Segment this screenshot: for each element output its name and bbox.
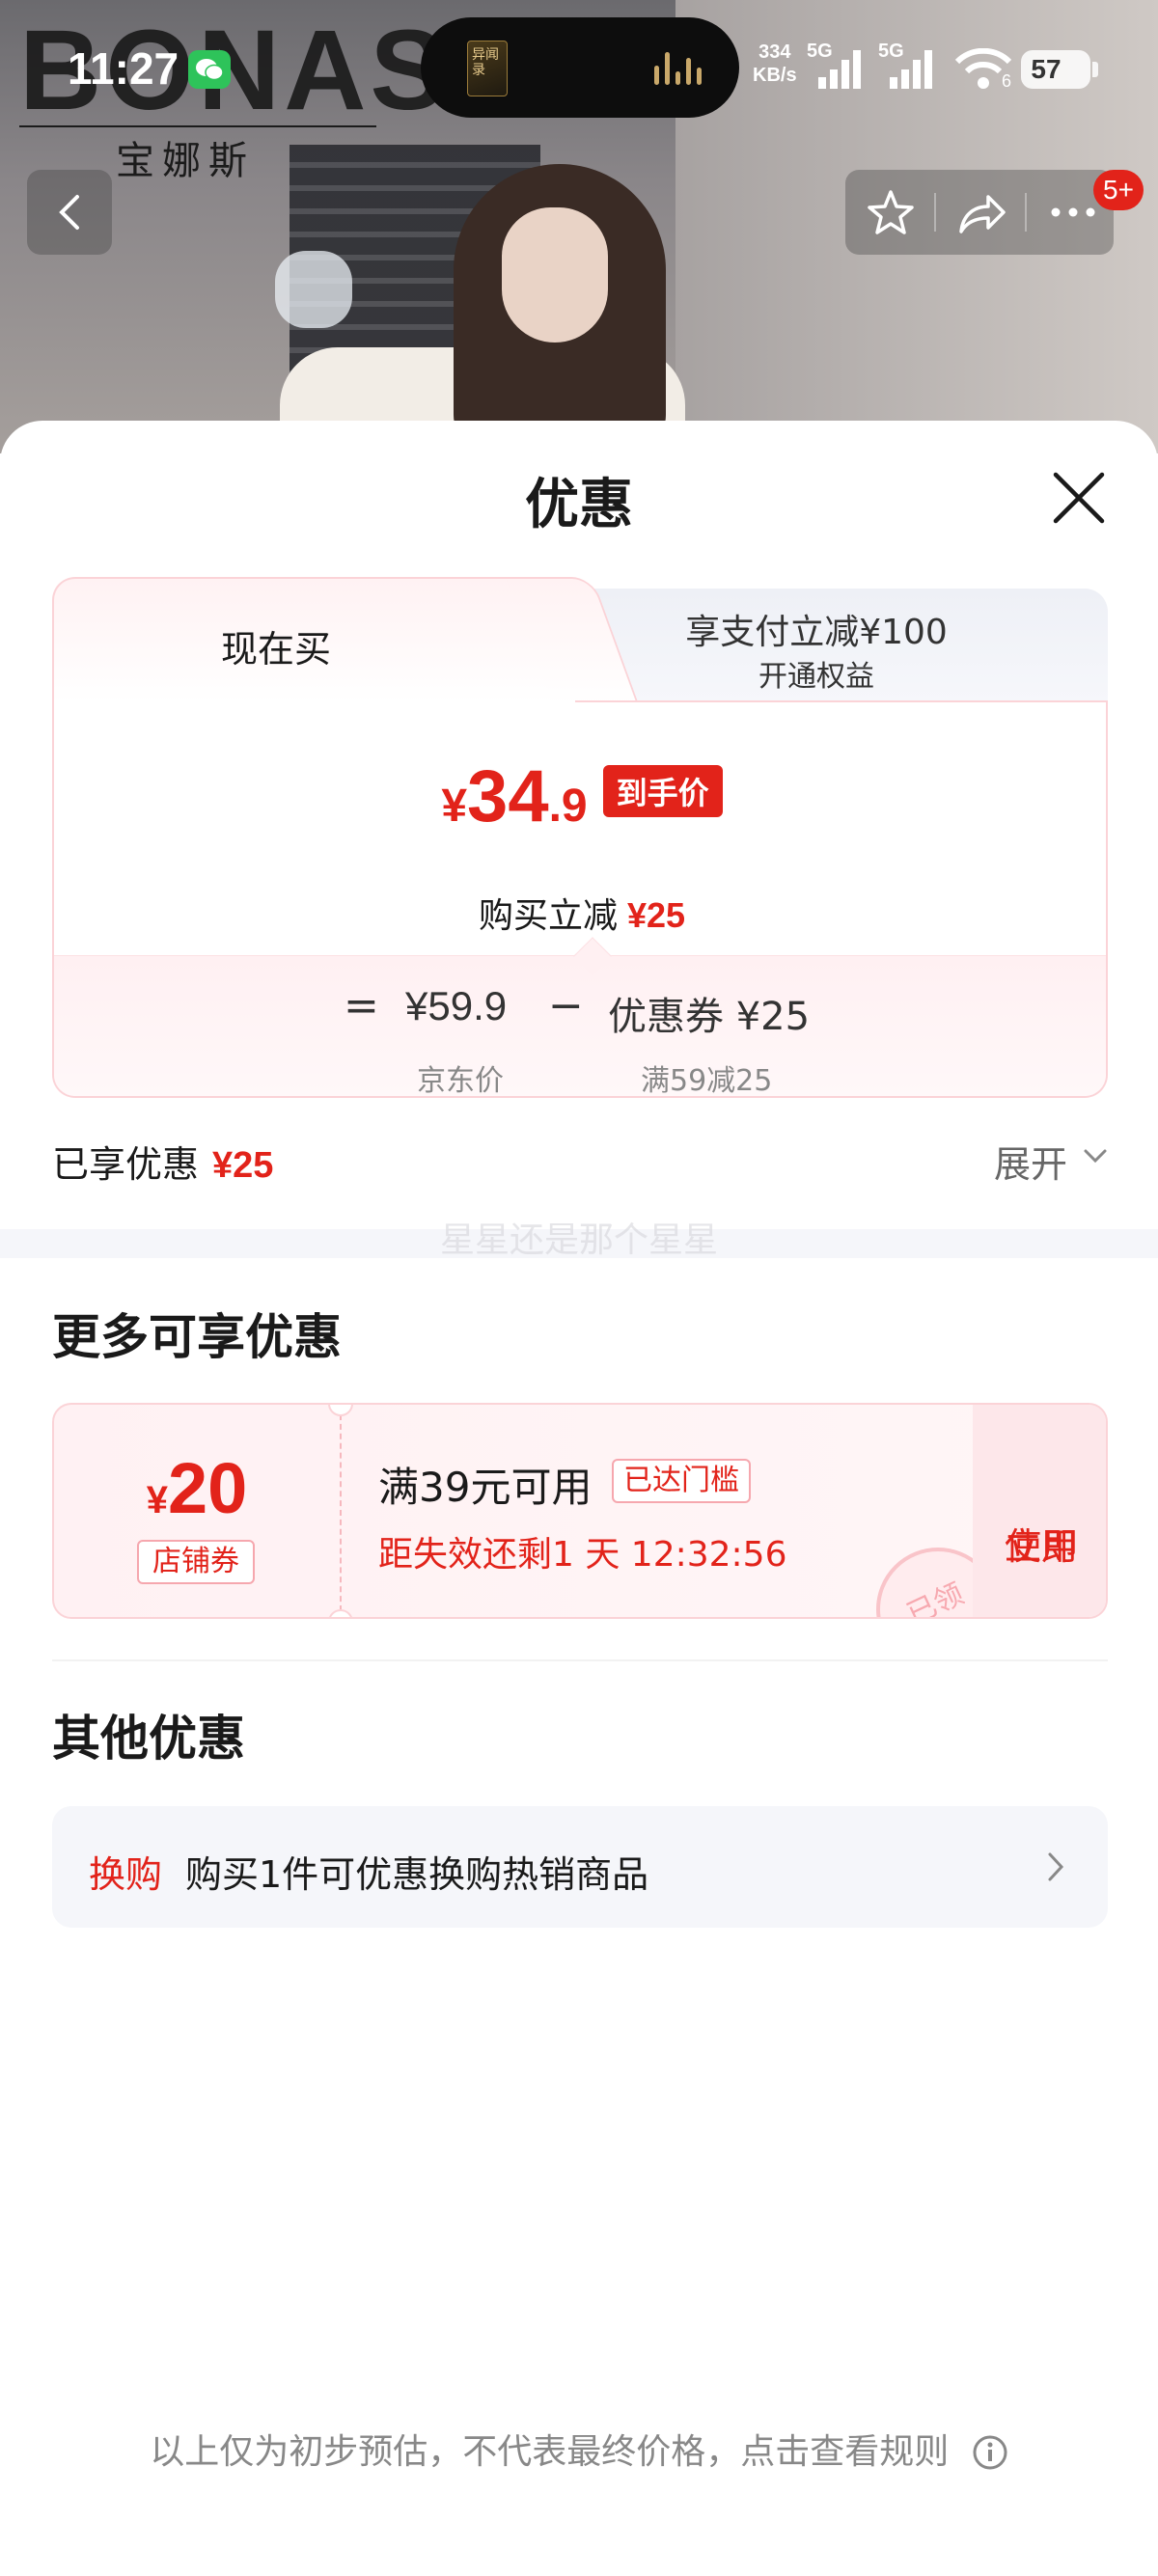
photo-glass [275, 251, 352, 328]
header-actions [845, 170, 1114, 255]
coupon-divider [340, 1414, 342, 1611]
status-time: 11:27 [68, 43, 179, 94]
tab-buy-now-label: 现在买 [220, 628, 331, 671]
coupon-value-area: ¥20 店铺券 [54, 1405, 340, 1617]
dynamic-island[interactable]: 异闻录 [421, 17, 739, 118]
jd-price-label: 京东价 [417, 1064, 504, 1098]
star-icon [868, 190, 914, 234]
final-price-decimal: .9 [548, 781, 588, 832]
audio-wave-icon [654, 52, 712, 85]
signal-icon-2: 5G [878, 41, 940, 89]
enjoyed-discount: 已享优惠 ¥25 [52, 1135, 273, 1188]
purchase-reduction-amount: ¥25 [626, 895, 686, 935]
enjoyed-discount-label: 已享优惠 [52, 1143, 200, 1186]
exchange-offer-row[interactable]: 换购 购买1件可优惠换购热销商品 [52, 1806, 1108, 1928]
shop-coupon: ¥20 店铺券 满39元可用 已达门槛 距失效还剩1 天 12:32:56 已领… [52, 1403, 1108, 1619]
coupon-type: 店铺券 [137, 1540, 255, 1584]
discount-sheet: 优惠 享支付立减¥100 开通权益 现在买 ¥34.9 到手价 购买立减 ¥25 =… [0, 421, 1158, 2576]
close-button[interactable] [1052, 471, 1106, 525]
back-button[interactable] [27, 170, 112, 255]
price-card: 享支付立减¥100 开通权益 现在买 ¥34.9 到手价 购买立减 ¥25 = ¥5… [52, 577, 1108, 1098]
final-price: ¥34.9 到手价 [54, 754, 1106, 838]
exchange-text: 购买1件可优惠换购热销商品 [185, 1853, 649, 1896]
sheet-title: 优惠 [525, 474, 633, 536]
coupon-deduction-label: 满59减25 [641, 1064, 773, 1098]
coupon-value: ¥20 [54, 1447, 340, 1529]
breakdown-notch [573, 937, 612, 975]
disclaimer-text: 以上仅为初步预估，不代表最终价格，点击查看规则 [150, 2432, 950, 2472]
equals-sign: = [344, 981, 379, 1030]
coupon-condition: 满39元可用 [378, 1464, 593, 1511]
photo-face [502, 207, 608, 343]
purchase-reduction: 购买立减 ¥25 [54, 888, 1106, 938]
wechat-icon [188, 50, 231, 89]
more-icon [1051, 207, 1095, 217]
network-speed: 334 KB/s [753, 41, 797, 87]
share-icon [959, 195, 1006, 233]
brand-logo-chinese: 宝娜斯 [116, 140, 255, 182]
coupon-amount: 20 [167, 1448, 248, 1528]
wifi-sub: 6 [1002, 71, 1012, 91]
coupon-deduction-value: 优惠券 ¥25 [608, 995, 811, 1039]
use-coupon-label: 立即 使用 [973, 1463, 1106, 1568]
music-cover: 异闻录 [467, 41, 508, 96]
wifi-icon: 6 [953, 47, 1013, 93]
signal-icon-1: 5G [807, 41, 868, 89]
expand-label: 展开 [994, 1143, 1068, 1186]
watermark-text: 星星还是那个星星 [439, 1220, 718, 1260]
claimed-stamp-text: 已领 [901, 1576, 970, 1619]
use-coupon-line2: 使用 [1004, 1525, 1078, 1568]
chevron-down-icon [1084, 1149, 1107, 1164]
message-badge: 5+ [1093, 170, 1144, 210]
coupon-countdown: 距失效还剩1 天 12:32:56 [378, 1535, 787, 1575]
enjoyed-discount-amount: ¥25 [212, 1145, 274, 1186]
minus-sign: − [548, 981, 584, 1030]
network-speed-unit: KB/s [753, 65, 797, 86]
section-divider [52, 1659, 1108, 1661]
final-price-currency: ¥ [441, 781, 468, 832]
use-coupon-button[interactable]: 立即 使用 [973, 1405, 1106, 1617]
more-discounts-title: 更多可享优惠 [52, 1309, 342, 1365]
card-topline [575, 700, 1106, 702]
battery-level: 57 [1031, 54, 1062, 84]
close-icon [1053, 472, 1105, 524]
battery-icon: 57 [1021, 50, 1098, 89]
network-speed-value: 334 [758, 41, 791, 63]
music-cover-text: 异闻录 [472, 47, 499, 78]
coupon-threshold-badge: 已达门槛 [612, 1459, 751, 1503]
final-price-integer: 34 [467, 755, 549, 837]
chevron-left-icon [59, 195, 79, 230]
other-discounts-title: 其他优惠 [52, 1711, 245, 1767]
final-price-tag: 到手价 [602, 765, 723, 817]
tab-buy-now[interactable]: 现在买 [52, 577, 640, 704]
price-card-body: ¥34.9 到手价 购买立减 ¥25 = ¥59.9 − 优惠券 ¥25 京东价 满… [52, 700, 1108, 1098]
jd-price-value: ¥59.9 [405, 983, 508, 1028]
share-button[interactable] [936, 170, 1025, 255]
favorite-button[interactable] [845, 170, 934, 255]
status-bar: 11:27 异闻录 334 KB/s 5G 5G 6 57 [0, 0, 1158, 135]
price-disclaimer[interactable]: 以上仅为初步预估，不代表最终价格，点击查看规则 [0, 2424, 1158, 2474]
exchange-tag: 换购 [89, 1853, 163, 1896]
price-breakdown: = ¥59.9 − 优惠券 ¥25 京东价 满59减25 [54, 937, 1106, 1098]
expand-button[interactable]: 展开 [994, 1135, 1107, 1188]
purchase-reduction-label: 购买立减 [478, 896, 618, 936]
coupon-currency: ¥ [146, 1479, 168, 1521]
chevron-right-icon [1048, 1852, 1064, 1881]
info-icon [973, 2435, 1007, 2470]
